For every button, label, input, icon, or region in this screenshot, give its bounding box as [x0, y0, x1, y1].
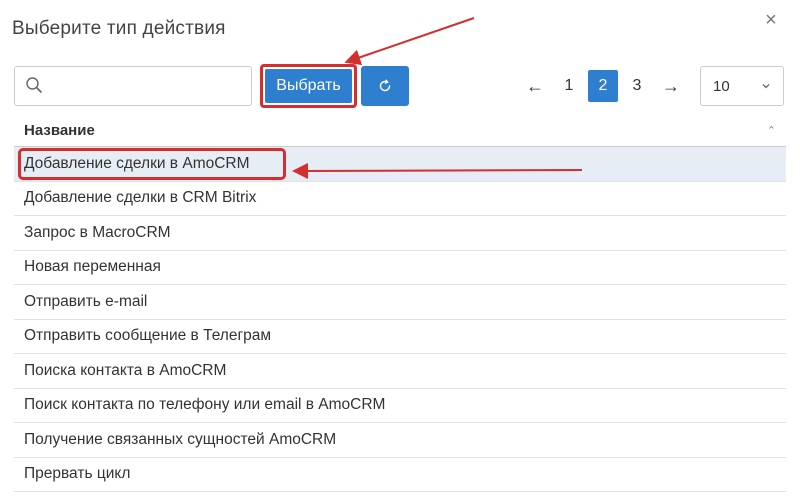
table-row[interactable]: Добавление сделки в CRM Bitrix [14, 182, 786, 216]
refresh-button[interactable] [361, 66, 409, 106]
chevron-down-icon [762, 84, 770, 89]
table-cell-name: Получение связанных сущностей AmoCRM [24, 430, 337, 448]
table-row[interactable]: Поиска контакта в AmoCRM [14, 354, 786, 389]
table-row[interactable]: Отправить сообщение в Телеграм [14, 320, 786, 354]
search-input[interactable] [49, 73, 245, 99]
sort-icon[interactable]: ⌃ [767, 124, 776, 137]
table-row[interactable]: Поиск контакта по телефону или email в A… [14, 389, 786, 423]
page-size-select[interactable]: 10 [700, 66, 784, 106]
table-cell-name: Новая переменная [24, 258, 161, 276]
search-box[interactable] [14, 66, 252, 106]
table-header[interactable]: Название ⌃ [14, 114, 786, 147]
table-row[interactable]: Отправить e-mail [14, 285, 786, 320]
table-cell-name: Отправить e-mail [24, 292, 148, 310]
page-1-button[interactable]: 1 [552, 70, 586, 102]
toolbar: Выбрать ← 1 2 3 → 10 [14, 64, 784, 108]
table-row[interactable]: Прервать цикл [14, 458, 786, 492]
table-row[interactable]: Добавление сделки в AmoCRM [14, 147, 786, 182]
table-row[interactable]: Получение связанных сущностей AmoCRM [14, 423, 786, 458]
next-page-button[interactable]: → [654, 70, 688, 102]
table-cell-name: Поиск контакта по телефону или email в A… [24, 396, 386, 414]
table-row[interactable]: Запрос в MacroCRM [14, 216, 786, 251]
search-icon [26, 77, 42, 93]
annotation-arrow-choose [344, 17, 475, 65]
table-cell-name: Запрос в MacroCRM [24, 223, 171, 241]
page-2-button[interactable]: 2 [588, 70, 618, 102]
page-size-value: 10 [713, 77, 730, 95]
prev-page-button[interactable]: ← [518, 70, 552, 102]
table-cell-name: Поиска контакта в AmoCRM [24, 361, 227, 379]
close-icon[interactable]: × [760, 10, 782, 32]
refresh-icon [379, 79, 391, 92]
table-cell-name: Прервать цикл [24, 465, 131, 483]
choose-button[interactable]: Выбрать [265, 69, 352, 103]
table-cell-name: Отправить сообщение в Телеграм [24, 327, 272, 345]
choose-button-highlight: Выбрать [260, 64, 357, 108]
page-3-button[interactable]: 3 [620, 70, 654, 102]
pagination: ← 1 2 3 → 10 [518, 66, 784, 106]
table-row[interactable]: Новая переменная [14, 251, 786, 285]
action-type-table: Название ⌃ Добавление сделки в AmoCRM Доб… [14, 114, 786, 492]
table-cell-name: Добавление сделки в CRM Bitrix [24, 189, 257, 207]
dialog-title: Выберите тип действия [12, 18, 226, 39]
table-cell-name: Добавление сделки в AmoCRM [24, 154, 250, 172]
column-header-name: Название [24, 121, 95, 139]
